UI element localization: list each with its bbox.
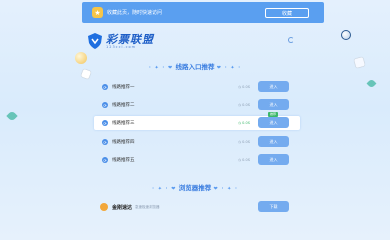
- route-latency: ◷ 0.0S: [238, 121, 250, 125]
- route-latency: ◷ 0.0S: [238, 140, 250, 144]
- route-icon: ⟳: [102, 102, 108, 108]
- title-decoration-left: · ✦ · ❤: [148, 65, 174, 71]
- title-decoration-right: ❤ · ✦ ·: [213, 186, 238, 192]
- dice-icon: [80, 68, 92, 80]
- route-label: 线路推荐一: [112, 85, 135, 90]
- refresh-icon[interactable]: [288, 37, 294, 43]
- route-label: 线路推荐二: [112, 103, 135, 108]
- browser-name: 金刚速达: [112, 205, 133, 211]
- enter-route-button[interactable]: 进入: [258, 136, 289, 147]
- favorite-bar: ★ 收藏此页，随时快速访问 收藏: [82, 2, 324, 23]
- route-label: 线路推荐三: [112, 121, 135, 126]
- enter-route-button[interactable]: 进入: [258, 99, 289, 110]
- route-row-1[interactable]: ⟳ 线路推荐一 ◷ 0.0S 进入: [94, 80, 300, 94]
- title-decoration-left: · ✦ · ❤: [152, 186, 177, 192]
- logo-name: 彩票联盟: [106, 32, 154, 46]
- lottery-ball-icon: [341, 30, 351, 40]
- route-row-2[interactable]: ⟳ 线路推荐二 ◷ 0.0S 进入: [94, 98, 300, 112]
- route-label: 线路推荐五: [112, 158, 135, 163]
- star-icon: ★: [92, 7, 103, 18]
- shield-logo-icon: [88, 33, 102, 49]
- enter-route-button[interactable]: 进入: [258, 81, 289, 92]
- route-icon: ⟳: [102, 139, 108, 145]
- clover-icon: [366, 78, 377, 89]
- recommended-badge: 推荐: [268, 112, 279, 117]
- route-icon: ⟳: [102, 157, 108, 163]
- route-icon: ⟳: [102, 120, 108, 126]
- route-row-5[interactable]: ⟳ 线路推荐五 ◷ 0.0S 进入: [94, 153, 300, 167]
- logo-domain: 123ccl.com: [106, 44, 137, 49]
- clover-icon: [6, 110, 18, 122]
- route-latency: ◷ 0.0S: [238, 85, 250, 89]
- browser-section-title: · ✦ · ❤ 浏览器推荐 ❤ · ✦ ·: [0, 182, 390, 192]
- route-latency: ◷ 0.0S: [238, 158, 250, 162]
- site-logo[interactable]: 彩票联盟 123ccl.com: [88, 33, 154, 49]
- route-icon: ⟳: [102, 84, 108, 90]
- favorite-tip: 收藏此页，随时快速访问: [107, 10, 163, 16]
- enter-route-button[interactable]: 进入: [258, 117, 289, 128]
- download-browser-button[interactable]: 下载: [258, 201, 289, 212]
- enter-route-button[interactable]: 进入: [258, 154, 289, 165]
- route-row-3[interactable]: ⟳ 线路推荐三 ◷ 0.0S 进入 推荐: [94, 112, 300, 130]
- browser-title-text: 浏览器推荐: [178, 184, 212, 192]
- title-decoration-right: ❤ · ✦ ·: [216, 65, 242, 71]
- browser-description: 急速极速浏览器: [135, 205, 160, 209]
- routes-title-text: 线路入口推荐: [175, 63, 215, 71]
- route-row-4[interactable]: ⟳ 线路推荐四 ◷ 0.0S 进入: [94, 135, 300, 149]
- route-label: 线路推荐四: [112, 140, 135, 145]
- routes-section-title: · ✦ · ❤ 线路入口推荐 ❤ · ✦ ·: [0, 61, 390, 71]
- route-latency: ◷ 0.0S: [238, 103, 250, 107]
- save-bookmark-button[interactable]: 收藏: [265, 8, 309, 18]
- browser-logo-icon: [100, 203, 108, 211]
- browser-recommendation[interactable]: 金刚速达 急速极速浏览器 下载: [98, 201, 298, 213]
